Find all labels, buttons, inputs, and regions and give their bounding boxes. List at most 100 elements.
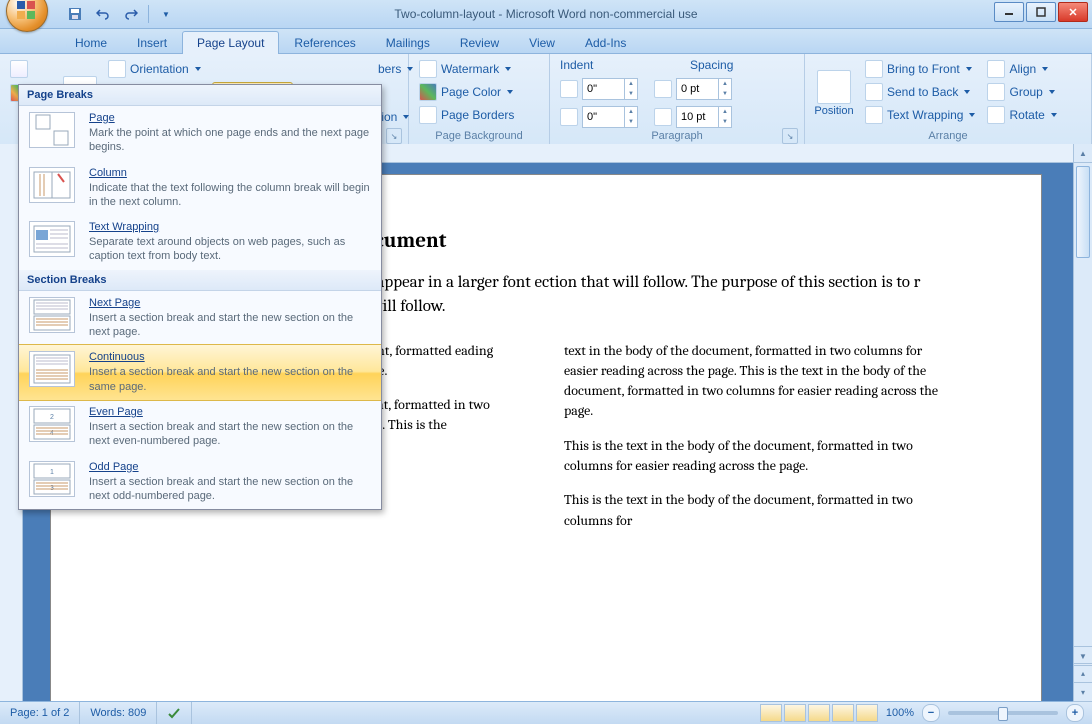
send-to-back-button[interactable]: Send to Back [861, 81, 979, 103]
next-page-section-icon [29, 297, 75, 333]
svg-text:1: 1 [50, 469, 54, 476]
page-break-icon [29, 112, 75, 148]
tab-add-ins[interactable]: Add-Ins [570, 31, 641, 54]
group-icon [987, 83, 1005, 101]
break-option-column[interactable]: ColumnIndicate that the text following t… [19, 161, 381, 216]
word-count[interactable]: Words: 809 [80, 702, 157, 724]
undo-button[interactable] [92, 3, 114, 25]
align-label: Align [1009, 62, 1036, 76]
maximize-button[interactable] [1026, 2, 1056, 22]
break-desc: Insert a section break and start the new… [89, 311, 371, 340]
office-logo-icon [15, 0, 39, 23]
column-break-icon [29, 167, 75, 203]
break-title: Text Wrapping [89, 221, 371, 233]
page-breaks-header: Page Breaks [19, 85, 381, 106]
body-paragraph: text in the body of the document, format… [564, 341, 951, 422]
align-button[interactable]: Align [983, 58, 1060, 80]
group-button[interactable]: Group [983, 81, 1060, 103]
draft-view-button[interactable] [856, 704, 878, 722]
page-borders-label: Page Borders [441, 108, 514, 122]
redo-icon [124, 7, 138, 21]
break-option-page[interactable]: PageMark the point at which one page end… [19, 106, 381, 161]
tab-view[interactable]: View [514, 31, 570, 54]
tab-mailings[interactable]: Mailings [371, 31, 445, 54]
redo-button[interactable] [120, 3, 142, 25]
page-setup-launcher[interactable]: ↘ [386, 128, 402, 144]
full-screen-view-button[interactable] [784, 704, 806, 722]
scroll-thumb[interactable] [1076, 166, 1090, 258]
themes-fonts-button[interactable] [6, 58, 46, 80]
body-paragraph: This is the text in the body of the docu… [564, 490, 951, 531]
minimize-button[interactable] [994, 2, 1024, 22]
break-option-odd-page[interactable]: 13 Odd PageInsert a section break and st… [19, 455, 381, 510]
qat-customize-button[interactable]: ▼ [155, 3, 177, 25]
outline-view-button[interactable] [832, 704, 854, 722]
web-layout-view-button[interactable] [808, 704, 830, 722]
text-wrapping-icon [865, 106, 883, 124]
page-color-icon [419, 83, 437, 101]
rotate-button[interactable]: Rotate [983, 104, 1060, 126]
break-option-next-page[interactable]: Next Page Insert a section break and star… [19, 291, 381, 346]
zoom-slider-thumb[interactable] [998, 707, 1008, 721]
indent-right-icon [560, 108, 578, 126]
text-wrapping-button[interactable]: Text Wrapping [861, 104, 979, 126]
next-page-button[interactable]: ▾ [1074, 683, 1092, 702]
office-button[interactable] [6, 0, 48, 32]
break-option-even-page[interactable]: 24 Even PageInsert a section break and s… [19, 400, 381, 455]
position-button[interactable]: Position [811, 58, 857, 128]
group-label: Group [1009, 85, 1042, 99]
orientation-icon [108, 60, 126, 78]
spacing-after-input[interactable]: ▲▼ [676, 106, 732, 128]
break-desc: Mark the point at which one page ends an… [89, 126, 371, 155]
page-color-button[interactable]: Page Color [415, 81, 518, 103]
paragraph-launcher[interactable]: ↘ [782, 128, 798, 144]
orientation-button[interactable]: Orientation [104, 58, 293, 80]
page-borders-button[interactable]: Page Borders [415, 104, 518, 126]
undo-icon [96, 7, 110, 21]
break-desc: Separate text around objects on web page… [89, 235, 371, 264]
rotate-icon [987, 106, 1005, 124]
spacing-header: Spacing [690, 58, 733, 72]
bring-front-label: Bring to Front [887, 62, 960, 76]
section-breaks-header: Section Breaks [19, 270, 381, 291]
break-option-continuous[interactable]: ContinuousInsert a section break and sta… [19, 344, 381, 401]
text-wrapping-label: Text Wrapping [887, 108, 963, 122]
title-bar: ▼ Two-column-layout - Microsoft Word non… [0, 0, 1092, 29]
break-desc: Insert a section break and start the new… [89, 475, 371, 504]
tab-references[interactable]: References [279, 31, 370, 54]
save-button[interactable] [64, 3, 86, 25]
indent-right-input[interactable]: ▲▼ [582, 106, 638, 128]
break-option-text-wrapping[interactable]: Text Wrapping Separate text around object… [19, 215, 381, 270]
tab-review[interactable]: Review [445, 31, 514, 54]
zoom-in-button[interactable]: + [1066, 704, 1084, 722]
spacing-before-input[interactable]: ▲▼ [676, 78, 732, 100]
break-title: Next Page [89, 297, 371, 309]
print-layout-view-button[interactable] [760, 704, 782, 722]
zoom-level[interactable]: 100% [886, 707, 914, 719]
previous-page-button[interactable]: ▴ [1074, 663, 1092, 683]
page-indicator[interactable]: Page: 1 of 2 [0, 702, 80, 724]
close-button[interactable] [1058, 2, 1088, 22]
vertical-scrollbar[interactable]: ▲ ▼ ▴ ▾ [1073, 144, 1092, 702]
arrange-group-label: Arrange [811, 128, 1085, 144]
indent-left-input[interactable]: ▲▼ [582, 78, 638, 100]
watermark-label: Watermark [441, 62, 499, 76]
spell-check-button[interactable] [157, 702, 192, 724]
scroll-up-button[interactable]: ▲ [1074, 144, 1092, 163]
page-background-group-label: Page Background [415, 128, 543, 144]
position-icon [817, 70, 851, 104]
tab-page-layout[interactable]: Page Layout [182, 31, 279, 54]
bring-to-front-button[interactable]: Bring to Front [861, 58, 979, 80]
tab-insert[interactable]: Insert [122, 31, 182, 54]
zoom-slider[interactable] [948, 711, 1058, 715]
spacing-after-control: ▲▼ [650, 106, 736, 128]
zoom-out-button[interactable]: − [922, 704, 940, 722]
font-scheme-icon [10, 60, 28, 78]
spacing-before-control: ▲▼ [650, 78, 736, 100]
spacing-after-icon [654, 108, 672, 126]
tab-home[interactable]: Home [60, 31, 122, 54]
spacing-before-icon [654, 80, 672, 98]
line-numbers-button[interactable]: bers [374, 58, 417, 80]
break-desc: Indicate that the text following the col… [89, 181, 371, 210]
watermark-button[interactable]: Watermark [415, 58, 518, 80]
